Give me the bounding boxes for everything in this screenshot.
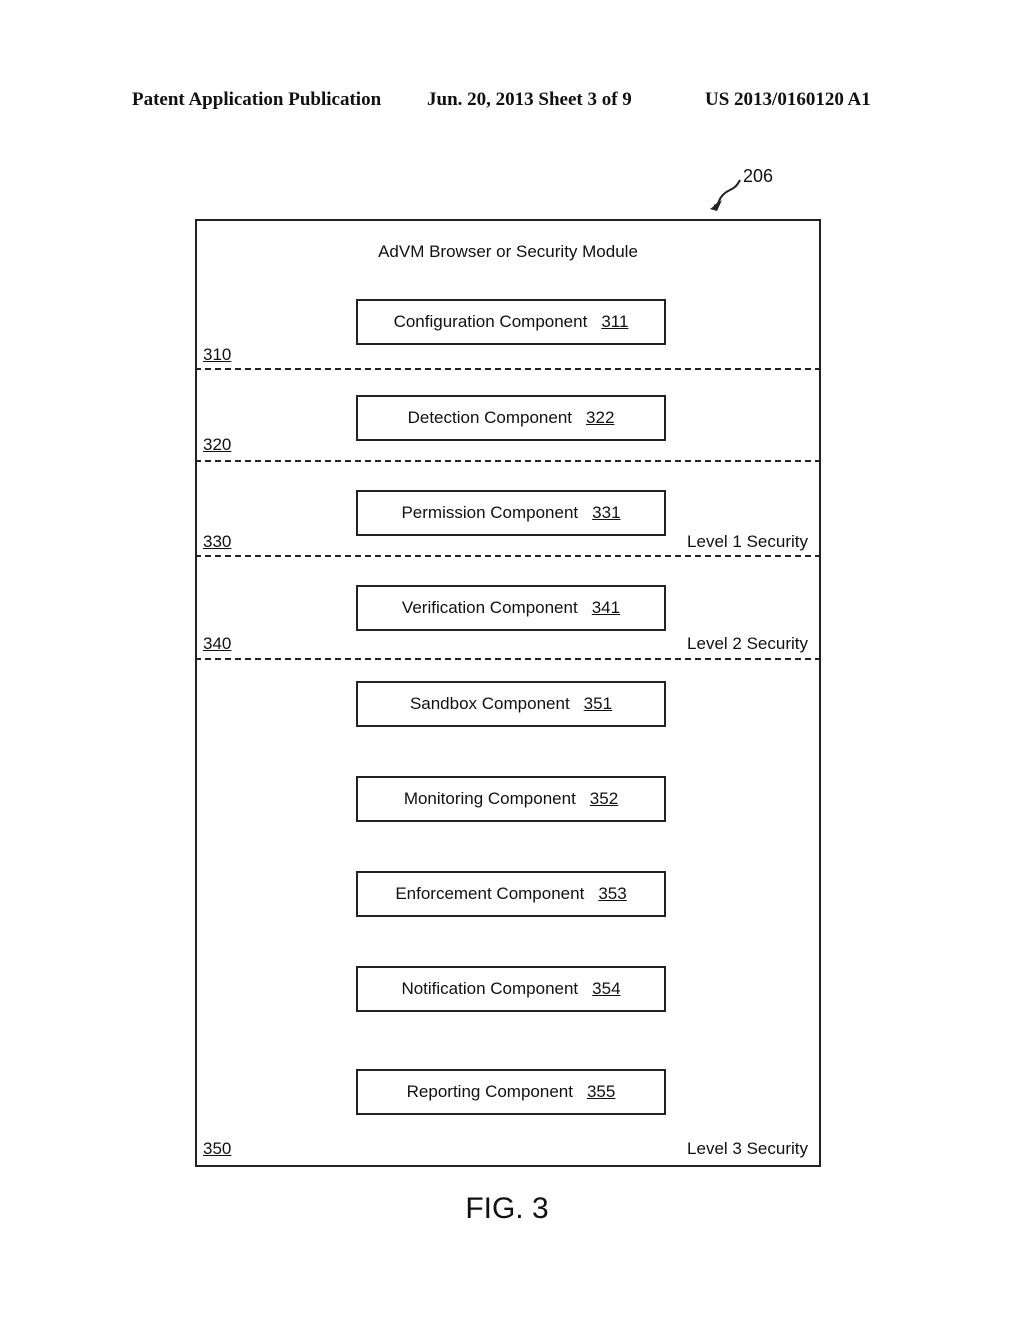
component-label: Detection Component [407, 408, 573, 427]
component-label: Enforcement Component [395, 884, 585, 903]
section-divider [195, 555, 821, 557]
component-number: 353 [598, 884, 627, 903]
component-number: 355 [586, 1082, 616, 1101]
security-level-label: Level 3 Security [687, 1139, 808, 1158]
component-label: Configuration Component [393, 312, 588, 331]
section-number: 320 [203, 435, 232, 454]
component-box: Permission Component 331 [356, 490, 666, 536]
component-box: Verification Component 341 [356, 585, 666, 631]
publication-label: Patent Application Publication [132, 89, 382, 110]
section-number: 330 [203, 532, 232, 551]
section-number: 350 [203, 1139, 232, 1158]
component-label: Monitoring Component [403, 789, 576, 808]
figure-label: FIG. 3 [465, 1192, 549, 1225]
component-label: Verification Component [401, 598, 578, 617]
component-box: Notification Component 354 [356, 966, 666, 1012]
leader-arrow-icon [710, 179, 741, 211]
patent-number: US 2013/0160120 A1 [705, 89, 871, 110]
component-number: 352 [589, 789, 619, 808]
date-sheet-label: Jun. 20, 2013 Sheet 3 of 9 [427, 89, 632, 110]
section-divider [195, 658, 821, 660]
component-label: Reporting Component [406, 1082, 573, 1101]
module-title: AdVM Browser or Security Module [378, 242, 638, 261]
component-number: 341 [591, 598, 621, 617]
component-label: Notification Component [401, 979, 579, 998]
section-number: 310 [203, 345, 232, 364]
component-box: Enforcement Component 353 [356, 871, 666, 917]
component-label: Sandbox Component [409, 694, 570, 713]
component-box: Configuration Component 311 [356, 299, 666, 345]
component-box: Monitoring Component 352 [356, 776, 666, 822]
component-box: Reporting Component 355 [356, 1069, 666, 1115]
section-number: 340 [203, 634, 232, 653]
component-number: 331 [592, 503, 621, 522]
security-level-label: Level 1 Security [687, 532, 808, 551]
section-divider [195, 460, 821, 462]
component-number: 351 [583, 694, 613, 713]
section-divider [195, 368, 821, 370]
component-box: Detection Component 322 [356, 395, 666, 441]
component-number: 354 [592, 979, 621, 998]
component-label: Permission Component [401, 503, 579, 522]
component-number: 322 [586, 408, 615, 427]
security-level-label: Level 2 Security [687, 634, 808, 653]
component-box: Sandbox Component 351 [356, 681, 666, 727]
component-number: 311 [601, 312, 629, 331]
